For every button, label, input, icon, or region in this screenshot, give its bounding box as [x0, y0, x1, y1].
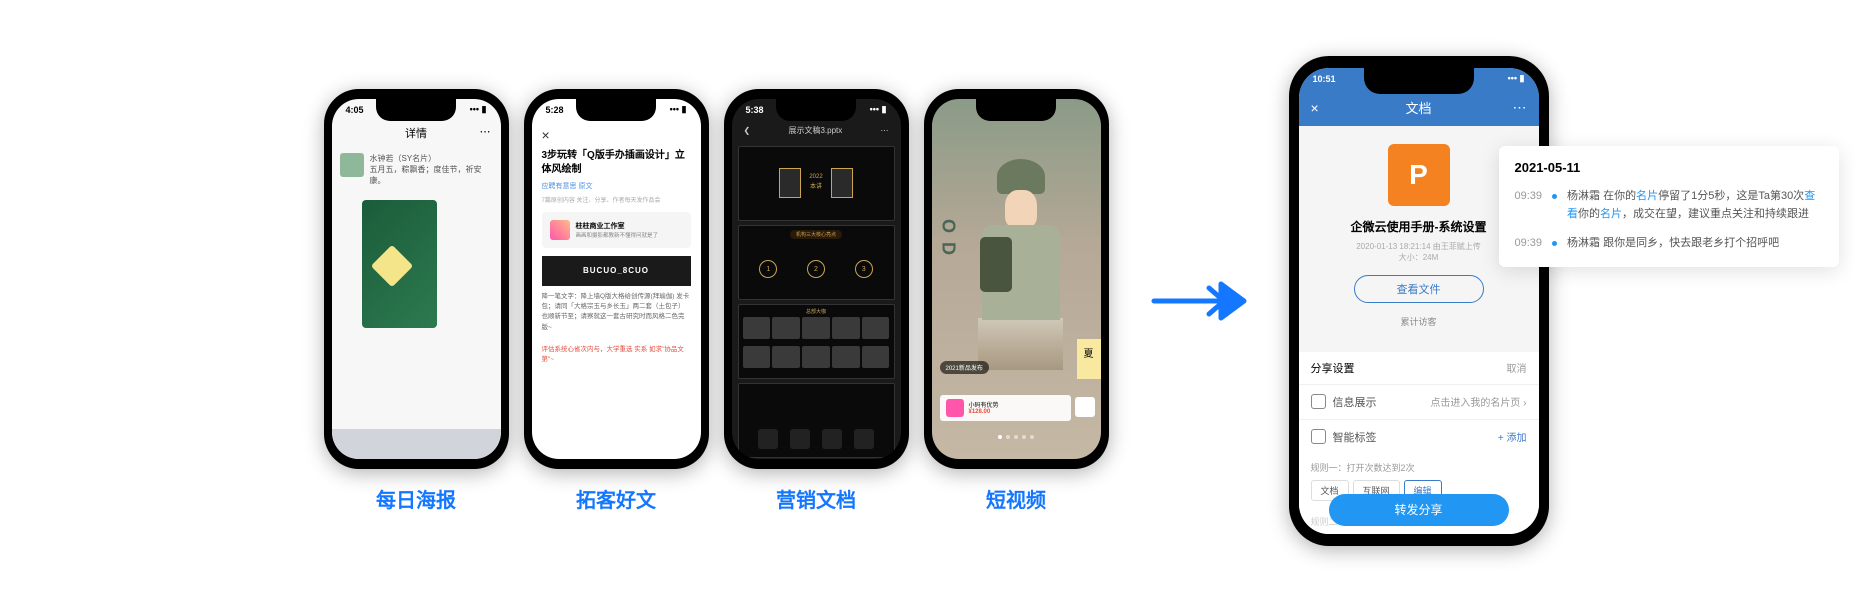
section-header: 分享设置 [1311, 360, 1355, 376]
status-time: 4:05 [346, 105, 364, 115]
paragraph-1: 降一笔文字：降上墙Q版大格给创传源(拜瑜伽) 发卡包；请同「大格宗玉与乡长玉」两… [532, 286, 701, 340]
ctrl-btn[interactable] [790, 429, 810, 449]
notification-tooltip: 2021-05-11 09:39 杨淋霜 在你的名片停留了1分5秒，这是Ta第3… [1499, 146, 1839, 267]
status-time: 5:28 [546, 105, 564, 115]
author-desc: 画画和摄影都教新不懂得问就是了 [576, 231, 659, 239]
article-sub: 7篇原创内容 关注、分享、作者每天发作品会 [532, 195, 701, 204]
banner: BUCUO_8CUO [542, 256, 691, 286]
doc-title: 展示文稿3.pptx [788, 125, 842, 136]
status-icons: ••• ▮ [470, 104, 487, 115]
product-thumb [946, 399, 964, 417]
info-display-row[interactable]: 信息展示 点击进入我的名片页 › [1299, 384, 1539, 419]
author-avatar [550, 220, 570, 240]
notif-message: 杨淋霜 在你的名片停留了1分5秒，这是Ta第30次查看你的名片，成交在望，建议重… [1567, 187, 1822, 224]
more-icon[interactable]: ⋯ [1513, 99, 1527, 116]
smart-tag-row[interactable]: 智能标签 + 添加 [1299, 419, 1539, 454]
more-icon[interactable]: ⋯ [881, 126, 889, 135]
notif-date: 2021-05-11 [1515, 160, 1823, 175]
phone-article: 5:28 ••• ▮ × 3步玩转「Q版手办插画设计」立体风绘制 应聘有意思 原文… [524, 89, 709, 469]
slide-3[interactable]: 总部大咖 [738, 304, 895, 379]
page-title: 文档 [1405, 98, 1431, 117]
rule-text: 规则一：打开次数达到2次 [1311, 463, 1415, 473]
post-text: 五月五，粽飘香；度佳节，祈安康。 [370, 164, 493, 186]
product-info[interactable]: 小码有优势¥128.00 [940, 395, 1071, 421]
arrow-icon [1149, 276, 1249, 326]
paragraph-2: 评估系统心省次内与，大学重选 实系 如求"协品文第"~ [532, 339, 701, 372]
view-file-button[interactable]: 查看文件 [1354, 275, 1484, 303]
visit-count: 累计访客 [1311, 311, 1527, 332]
video-tag: 2021新品发布 [940, 361, 989, 374]
slide-1[interactable]: 2022本讲 [738, 146, 895, 221]
slide-2[interactable]: 机构三大核心亮点 123 [738, 225, 895, 300]
status-icons: ••• ▮ [1508, 73, 1525, 84]
file-icon: P [1388, 144, 1450, 206]
author-card[interactable]: 柱柱商业工作室 画画和摄影都教新不懂得问就是了 [542, 212, 691, 248]
close-icon[interactable]: × [1311, 100, 1319, 116]
page-title: 详情 [405, 128, 427, 140]
phone-label: 拓客好文 [576, 484, 656, 513]
add-link[interactable]: + 添加 [1498, 429, 1527, 444]
phone-video: O D 2021新品发布 夏 小码有优势¥128.00 [924, 89, 1109, 469]
info-icon [1311, 394, 1326, 409]
dot-icon [1552, 194, 1557, 199]
article-title: 3步玩转「Q版手办插画设计」立体风绘制 [532, 149, 701, 177]
avatar[interactable] [340, 153, 364, 177]
username: 水钟若（SY名片） [370, 153, 493, 164]
phone-label: 短视频 [986, 484, 1046, 513]
tag-icon [1311, 429, 1326, 444]
poster-image[interactable] [362, 200, 437, 328]
ctrl-btn[interactable] [758, 429, 778, 449]
status-time: 10:51 [1313, 74, 1336, 84]
more-icon[interactable]: ⋯ [480, 125, 491, 138]
phone-slides: 5:38 ••• ▮ ❮ 展示文稿3.pptx ⋯ 2022本讲 机构三大核心亮点 1… [724, 89, 909, 469]
source-phones-group: 4:05 ••• ▮ 详情 ⋯ 水钟若（SY名片） 五月五，粽飘香；度佳节，祈安康。… [324, 89, 1109, 513]
doc-size: 大小：24M [1311, 252, 1527, 263]
cart-icon[interactable] [1075, 397, 1095, 417]
phone-result: 10:51 ••• ▮ × 文档 ⋯ P 企微云使用手册-系统设置 2020-01… [1289, 56, 1549, 546]
status-time: 5:38 [746, 105, 764, 115]
phone-label: 营销文档 [776, 484, 856, 513]
notif-message: 杨淋霜 跟你是同乡，快去跟老乡打个招呼吧 [1567, 234, 1779, 253]
close-icon[interactable]: × [542, 127, 550, 143]
status-icons: ••• ▮ [670, 104, 687, 115]
notif-item: 09:39 杨淋霜 在你的名片停留了1分5秒，这是Ta第30次查看你的名片，成交… [1515, 187, 1823, 224]
cancel-link[interactable]: 取消 [1507, 360, 1527, 376]
dot-icon [1552, 241, 1557, 246]
share-button[interactable]: 转发分享 [1329, 494, 1509, 526]
article-meta[interactable]: 应聘有意思 原文 [532, 177, 701, 195]
doc-upload-meta: 2020-01-13 18:21:14 由王菲赋上传 [1311, 241, 1527, 252]
doc-title: 企微云使用手册-系统设置 [1311, 218, 1527, 235]
side-label[interactable]: 夏 [1077, 339, 1101, 379]
model-figure [946, 159, 1096, 379]
ctrl-btn[interactable] [822, 429, 842, 449]
phone-label: 每日海报 [376, 484, 456, 513]
phone-poster: 4:05 ••• ▮ 详情 ⋯ 水钟若（SY名片） 五月五，粽飘香；度佳节，祈安康。 [324, 89, 509, 469]
keyboard-area [332, 429, 501, 459]
author-name: 柱柱商业工作室 [576, 221, 659, 231]
notif-item: 09:39 杨淋霜 跟你是同乡，快去跟老乡打个招呼吧 [1515, 234, 1823, 253]
back-icon[interactable]: ❮ [744, 126, 751, 135]
status-icons: ••• ▮ [870, 104, 887, 115]
ctrl-btn[interactable] [854, 429, 874, 449]
